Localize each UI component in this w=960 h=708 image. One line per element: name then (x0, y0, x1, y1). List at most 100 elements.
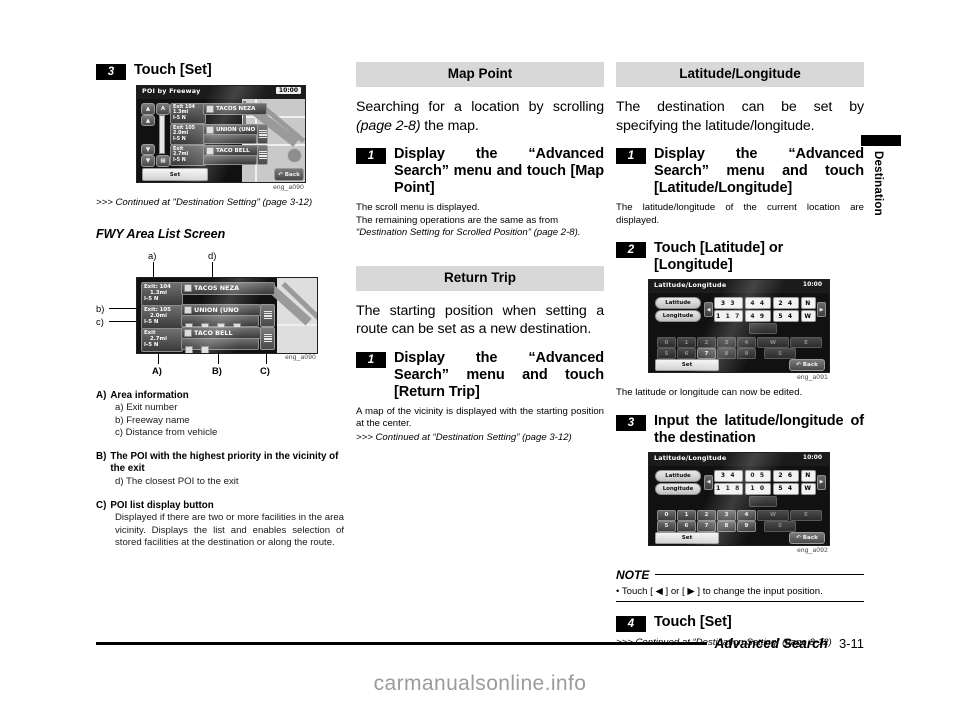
key-4[interactable]: 4 (737, 337, 756, 348)
right-arrow-button[interactable]: ▶ (817, 302, 826, 317)
callout-b: b) (96, 302, 105, 314)
back-button[interactable]: ↶ Back (789, 531, 825, 544)
grid-view-button[interactable]: ▦ (156, 155, 170, 167)
latitude-degrees-field[interactable]: 3 4 (714, 469, 743, 482)
gas-station-icon (206, 125, 214, 134)
key-S[interactable]: S (764, 520, 796, 532)
poi-entry[interactable]: TACOS NEZA (203, 103, 267, 115)
callout-a: a) (148, 249, 157, 261)
legend-heading: C) POI list display button (96, 500, 344, 513)
key-3[interactable]: 3 (717, 509, 736, 521)
key-6[interactable]: 6 (677, 348, 696, 359)
latitude-hemisphere-field[interactable]: N (801, 297, 816, 309)
map-point-intro: Searching for a location by scrolling (p… (356, 98, 604, 135)
key-1[interactable]: 1 (677, 337, 696, 348)
key-9[interactable]: 9 (737, 348, 756, 359)
left-arrow-button[interactable]: ◀ (704, 302, 713, 317)
set-button[interactable]: Set (142, 168, 208, 181)
legend-label: B) (96, 450, 107, 462)
page-up-button[interactable]: ▲ (141, 115, 155, 126)
poi-list-display-button[interactable] (257, 124, 268, 144)
key-5[interactable]: 5 (657, 520, 676, 532)
key-6[interactable]: 6 (677, 520, 696, 532)
key-7[interactable]: 7 (697, 348, 716, 359)
exit-info: Exit: 105 2.0mi I-5 N (141, 304, 183, 329)
right-arrow-button[interactable]: ▶ (817, 474, 826, 490)
figure-caption: eng_a090 (273, 184, 304, 191)
back-button[interactable]: ↶ Back (274, 168, 304, 181)
longitude-tab[interactable]: Longitude (655, 482, 701, 495)
map-mode-button[interactable]: A (156, 103, 170, 115)
back-label: Back (802, 362, 818, 368)
set-button[interactable]: Set (655, 531, 719, 544)
key-0[interactable]: 0 (657, 337, 676, 348)
poi-entry[interactable]: TACO BELL (181, 326, 261, 339)
key-2[interactable]: 2 (697, 337, 716, 348)
key-5[interactable]: 5 (657, 348, 676, 359)
latitude-hemisphere-field[interactable]: N (801, 469, 816, 482)
exit-distance: 2.0mi (173, 131, 189, 137)
after-figure-note: The latitude or longitude can now be edi… (616, 387, 803, 398)
longitude-minutes-field[interactable]: 4 9 (745, 310, 771, 322)
latitude-minutes-field[interactable]: 0 5 (745, 469, 771, 482)
step-1-note: The latitude/longitude of the current lo… (616, 202, 864, 226)
longitude-hemisphere-field[interactable]: W (801, 482, 816, 495)
page-down-button[interactable]: ▼ (141, 144, 155, 155)
poi-list-display-button[interactable] (257, 145, 268, 165)
enter-key[interactable] (749, 495, 777, 507)
exit-number: Exit: 105 (144, 306, 171, 313)
enter-key[interactable] (749, 323, 777, 334)
key-E[interactable]: E (790, 337, 822, 348)
latitude-degrees-field[interactable]: 3 3 (714, 297, 743, 309)
back-button[interactable]: ↶ Back (789, 359, 825, 371)
latitude-tab[interactable]: Latitude (655, 469, 701, 482)
latitude-tab[interactable]: Latitude (655, 297, 701, 309)
latitude-minutes-field[interactable]: 4 4 (745, 297, 771, 309)
left-arrow-button[interactable]: ◀ (704, 474, 713, 490)
key-S[interactable]: S (764, 348, 796, 359)
exit-number: Exit (144, 329, 156, 336)
step-number-badge: 4 (616, 615, 646, 632)
callout-d: d) (208, 249, 217, 261)
key-E[interactable]: E (790, 509, 822, 521)
key-2[interactable]: 2 (697, 509, 716, 521)
scrollbar-track[interactable] (159, 115, 165, 154)
scroll-top-button[interactable]: ▲ (141, 103, 155, 115)
exit-info: Exit 2.7mi I-5 N (170, 145, 206, 166)
longitude-seconds-field[interactable]: 5 4 (773, 482, 799, 495)
longitude-seconds-field[interactable]: 5 4 (773, 310, 799, 322)
side-tab-label: Destination (872, 151, 884, 216)
key-8[interactable]: 8 (717, 520, 736, 532)
key-3[interactable]: 3 (717, 337, 736, 348)
longitude-degrees-field[interactable]: 1 1 8 (714, 482, 743, 495)
section-band-lat-long: Latitude/Longitude (616, 62, 864, 87)
scroll-bottom-button[interactable]: ▼ (141, 155, 155, 167)
poi-entry[interactable]: UNION (UNO (181, 303, 261, 316)
step-3-touch-set: 3 Touch [Set] (96, 62, 344, 80)
longitude-minutes-field[interactable]: 1 0 (745, 482, 771, 495)
longitude-tab[interactable]: Longitude (655, 310, 701, 322)
note-label: NOTE (616, 567, 650, 582)
key-1[interactable]: 1 (677, 509, 696, 521)
poi-entry[interactable]: TACOS NEZA (181, 281, 275, 295)
step-1-return-trip: 1 Display the “Advanced Search” menu and… (356, 350, 604, 401)
key-0[interactable]: 0 (657, 509, 676, 521)
screen-clock: 10:00 (802, 453, 822, 461)
step-title: Display the “Advanced Search” menu and t… (394, 349, 604, 400)
latitude-seconds-field[interactable]: 2 4 (773, 297, 799, 309)
key-W[interactable]: W (757, 337, 789, 348)
legend-block-B: B) The POI with the highest priority in … (96, 451, 344, 489)
latitude-seconds-field[interactable]: 2 6 (773, 469, 799, 482)
step-title: Touch [Set] (134, 62, 212, 78)
poi-list-display-button[interactable] (260, 303, 275, 327)
longitude-degrees-field[interactable]: 1 1 7 (714, 310, 743, 322)
poi-name: UNION (UNO (216, 126, 256, 133)
key-7[interactable]: 7 (697, 520, 716, 532)
key-9[interactable]: 9 (737, 520, 756, 532)
key-W[interactable]: W (757, 509, 789, 521)
poi-list-display-button[interactable] (260, 326, 275, 350)
key-8[interactable]: 8 (717, 348, 736, 359)
longitude-hemisphere-field[interactable]: W (801, 310, 816, 322)
key-4[interactable]: 4 (737, 509, 756, 521)
set-button[interactable]: Set (655, 359, 719, 371)
